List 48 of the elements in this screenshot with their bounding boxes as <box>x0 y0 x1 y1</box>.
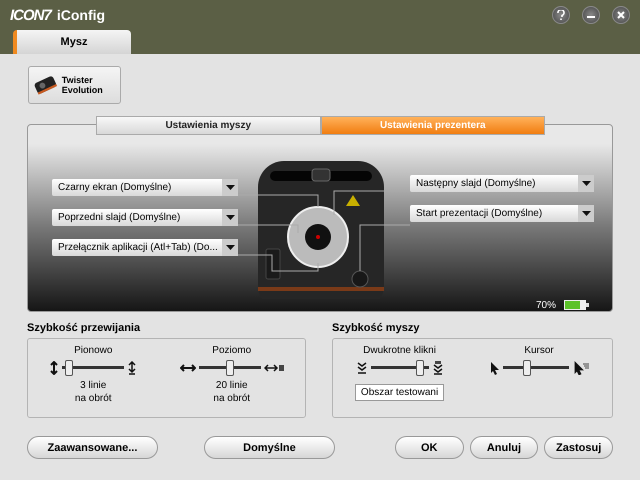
slider-reading: 20 linie <box>216 380 248 391</box>
action-button[interactable]: Zastosuj <box>544 436 614 459</box>
close-button[interactable] <box>612 6 630 24</box>
double-chevron-fast-icon <box>432 361 444 375</box>
help-button[interactable] <box>552 6 570 24</box>
slider-label: Kursor <box>524 345 554 356</box>
mode-tab[interactable]: Ustawienia myszy <box>96 116 320 135</box>
dropdown[interactable]: Poprzedni slajd (Domyślne) <box>52 209 238 226</box>
caret-icon <box>226 215 234 220</box>
battery-icon <box>564 299 590 311</box>
slider-label: Dwukrotne klikni <box>363 345 436 356</box>
close-icon <box>617 11 625 19</box>
help-icon <box>557 10 565 20</box>
caret-icon <box>582 181 590 186</box>
slider-reading: na obrót <box>74 393 112 404</box>
caret-icon <box>582 211 590 216</box>
section-title: Szybkość przewijania <box>27 322 142 334</box>
window-title: iConfig <box>56 7 106 23</box>
dropdown[interactable]: Przełącznik aplikacji (Atl+Tab) (Do... <box>52 239 238 256</box>
slider-reading: na obrót <box>213 393 250 404</box>
action-button[interactable]: Domyślne <box>204 436 335 459</box>
slider-thumb[interactable] <box>416 360 424 376</box>
battery-reading: 70% <box>536 300 556 310</box>
section-title: Szybkość myszy <box>332 322 420 334</box>
caret-icon <box>226 185 234 190</box>
action-button[interactable]: OK <box>394 436 464 459</box>
vertical-arrow-icon <box>49 361 60 375</box>
action-button[interactable]: Anuluj <box>470 436 538 459</box>
double-chevron-icon <box>356 361 368 375</box>
cursor-fast-icon <box>572 361 590 375</box>
test-area[interactable]: Obszar testowani <box>354 384 444 401</box>
action-button[interactable]: Zaawansowane... <box>27 436 158 459</box>
slider-thumb[interactable] <box>523 360 532 376</box>
dropdown[interactable]: Czarny ekran (Domyślne) <box>52 179 238 196</box>
brand-logo: ICON7 <box>10 6 51 24</box>
slider-label: Poziomo <box>212 345 252 356</box>
minimize-button[interactable] <box>582 6 600 24</box>
dropdown[interactable]: Następny slajd (Domyślne) <box>410 175 594 192</box>
cursor-icon <box>488 361 500 375</box>
slider-label: Pionowo <box>74 345 112 356</box>
slider-reading: 3 linie <box>80 380 106 391</box>
dropdown[interactable]: Start prezentacji (Domyślne) <box>410 205 594 222</box>
slider-thumb[interactable] <box>226 360 234 376</box>
caret-icon <box>226 245 234 250</box>
device-button[interactable]: Twister Evolution <box>28 66 121 104</box>
tab[interactable]: Mysz <box>13 30 131 54</box>
vertical-fast-arrow-icon <box>127 361 138 375</box>
slider-thumb[interactable] <box>64 360 73 376</box>
